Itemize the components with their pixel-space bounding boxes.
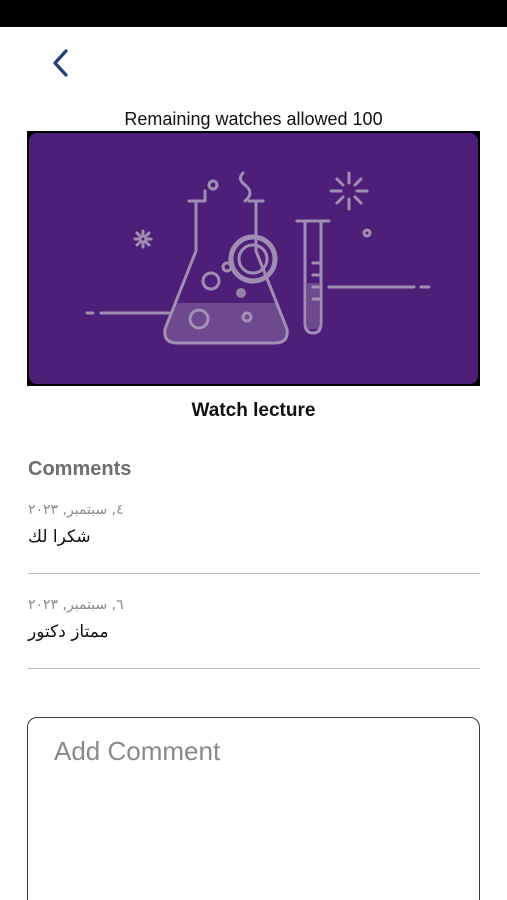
add-comment-input[interactable] xyxy=(27,717,480,900)
comment-date: ٤, سبتمبر, ٢٠٢٣ xyxy=(28,502,124,518)
status-bar xyxy=(0,0,507,27)
comments-heading: Comments xyxy=(28,458,132,480)
back-button[interactable] xyxy=(44,44,78,82)
comment-text: ممتاز دكتور xyxy=(28,622,109,642)
chevron-left-icon xyxy=(53,49,68,77)
video-player[interactable] xyxy=(27,131,480,386)
comment-item: ٤, سبتمبر, ٢٠٢٣ شكرا لك xyxy=(28,496,480,574)
comment-date: ٦, سبتمبر, ٢٠٢٣ xyxy=(28,597,124,613)
comment-item: ٦, سبتمبر, ٢٠٢٣ ممتاز دكتور xyxy=(28,591,480,669)
chemistry-lab-flask-icon xyxy=(85,171,431,345)
video-thumbnail[interactable] xyxy=(29,133,478,384)
remaining-watches-text: Remaining watches allowed 100 xyxy=(124,109,383,129)
comment-text: شكرا لك xyxy=(28,527,91,547)
watch-lecture-label[interactable]: Watch lecture xyxy=(0,400,507,422)
